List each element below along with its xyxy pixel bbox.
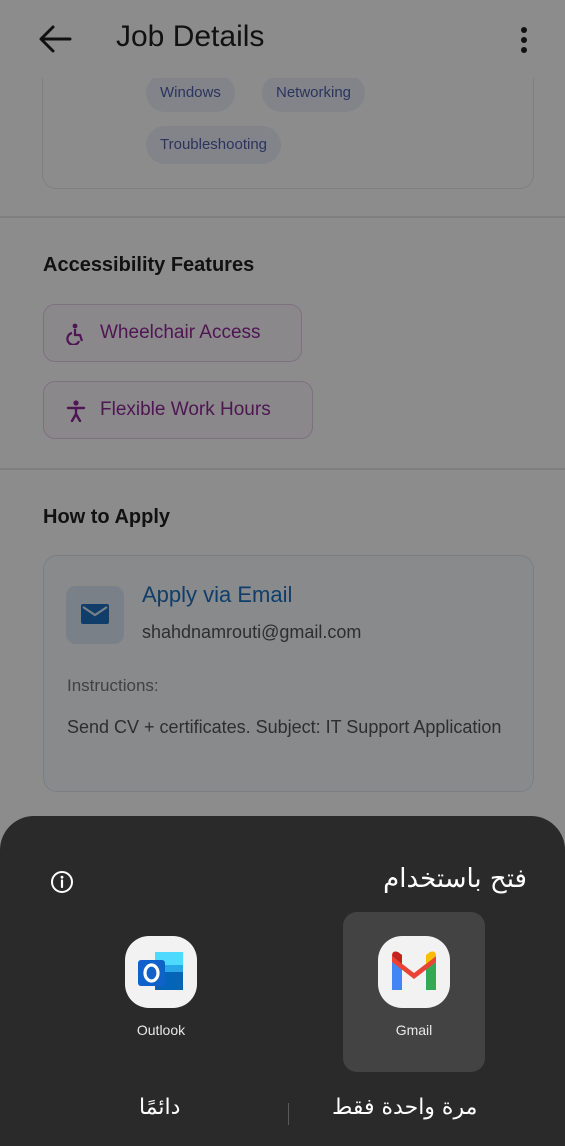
outlook-icon [125,936,197,1008]
app-label: Outlook [136,1022,186,1038]
info-icon[interactable] [50,870,74,894]
sheet-title: فتح باستخدام [383,864,527,894]
app-option-gmail[interactable]: Gmail [343,912,485,1072]
gmail-icon [378,936,450,1008]
app-label: Gmail [395,1022,433,1038]
action-divider [288,1103,289,1125]
always-button[interactable]: دائمًا [139,1095,180,1120]
app-option-outlook[interactable]: Outlook [90,912,232,1072]
just-once-button[interactable]: مرة واحدة فقط [332,1095,477,1120]
open-with-sheet: فتح باستخدام Outlook Gmail دائمًا مرة وا… [0,816,565,1146]
